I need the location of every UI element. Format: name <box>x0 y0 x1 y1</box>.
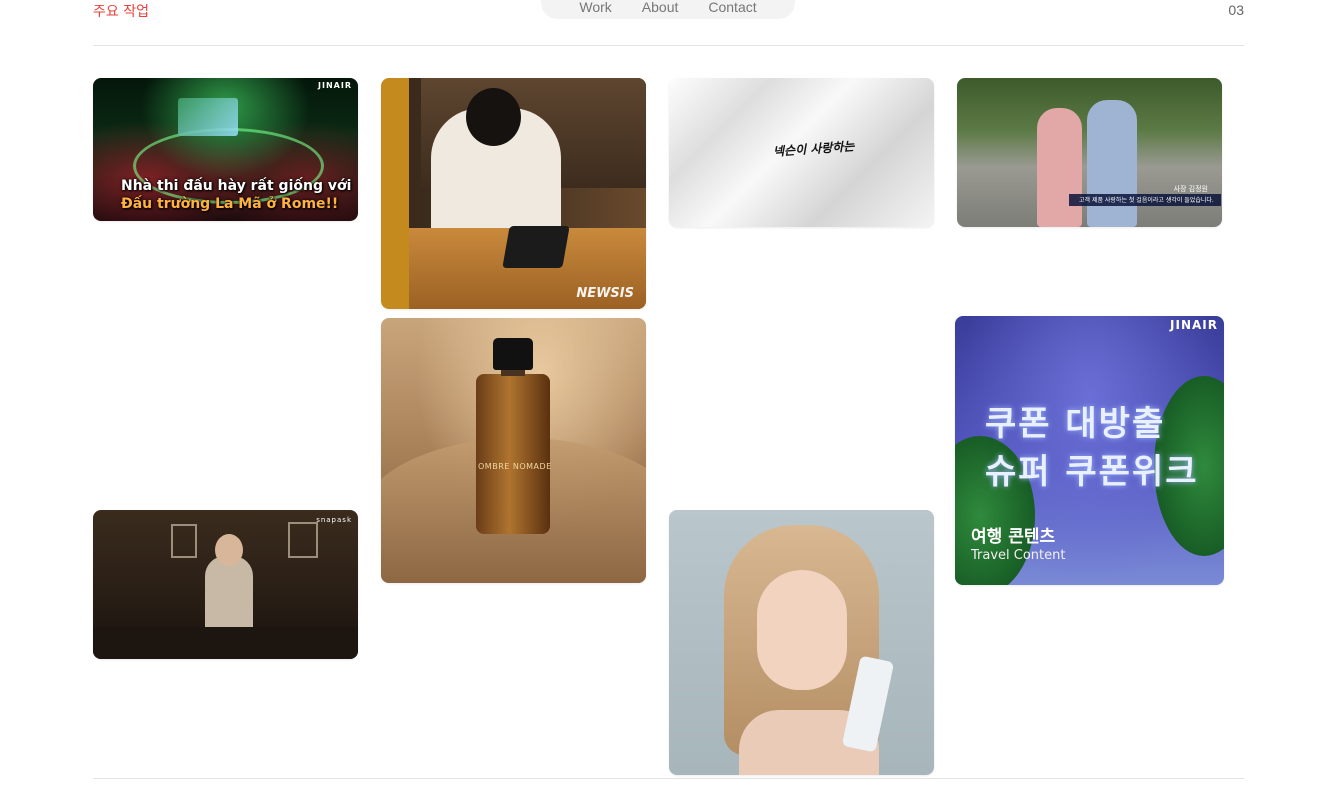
wall-frame <box>288 522 318 558</box>
tablet-device <box>502 226 570 268</box>
newsis-watermark: NEWSIS <box>576 286 634 301</box>
work-tile-paper-logo[interactable]: 넥슨이 사랑하는 <box>669 78 934 227</box>
bottom-divider <box>93 778 1244 779</box>
nav-work[interactable]: Work <box>579 0 611 15</box>
person-woman <box>1037 108 1082 227</box>
work-tile-portrait[interactable] <box>669 510 934 775</box>
tile-caption-line2: Đấu trường La Mã ở Rome!! <box>121 196 339 212</box>
page-counter: 03 <box>1228 2 1244 18</box>
person-head <box>466 88 521 146</box>
work-tile-interview[interactable]: 사장 김정원 고객 제품 사랑하는 첫 걸음이라고 생각이 들었습니다. <box>957 78 1222 227</box>
top-divider <box>93 45 1244 46</box>
nav-about[interactable]: About <box>642 0 679 15</box>
calligraphy-logo: 넥슨이 사랑하는 <box>772 139 855 159</box>
desk <box>93 627 358 659</box>
person-man <box>1087 100 1137 227</box>
presenter-figure <box>205 556 253 636</box>
perfume-bottle <box>476 374 550 534</box>
name-tag: 사장 김정원 <box>1173 185 1208 193</box>
bottle-label: OMBRE NOMADE <box>478 462 552 471</box>
presenter-head <box>215 534 243 566</box>
coupon-headline-1: 쿠폰 대방출 <box>985 404 1166 444</box>
jinair-logo: JINAIR <box>1170 318 1218 332</box>
section-label: 주요 작업 <box>93 4 149 20</box>
work-tile-esports[interactable]: JINAIR Nhà thi đấu hày rất giống với Đấu… <box>93 78 358 221</box>
snapask-logo: snapask <box>316 516 352 524</box>
wall-frame <box>171 524 197 558</box>
work-tile-presenter[interactable]: snapask <box>93 510 358 659</box>
nav-contact[interactable]: Contact <box>708 0 756 15</box>
model-face <box>757 570 847 690</box>
arena-screen <box>178 98 238 136</box>
tile-caption-line1: Nhà thi đấu hày rất giống với <box>121 178 352 194</box>
tile-title-english: Travel Content <box>971 548 1066 563</box>
work-tile-perfume[interactable]: OMBRE NOMADE <box>381 318 646 583</box>
bottle-cap <box>493 338 533 370</box>
tile-title-korean: 여행 콘텐츠 <box>971 527 1056 547</box>
coupon-headline-2: 슈퍼 쿠폰위크 <box>985 452 1199 492</box>
jinair-logo: JINAIR <box>318 81 352 90</box>
top-nav: Work About Contact <box>541 0 795 19</box>
work-tile-travel-content[interactable]: JINAIR 쿠폰 대방출 슈퍼 쿠폰위크 여행 콘텐츠 Travel Cont… <box>955 316 1224 585</box>
work-tile-tablet[interactable]: NEWSIS <box>381 78 646 309</box>
lower-third-caption: 고객 제품 사랑하는 첫 걸음이라고 생각이 들었습니다. <box>1079 197 1214 204</box>
